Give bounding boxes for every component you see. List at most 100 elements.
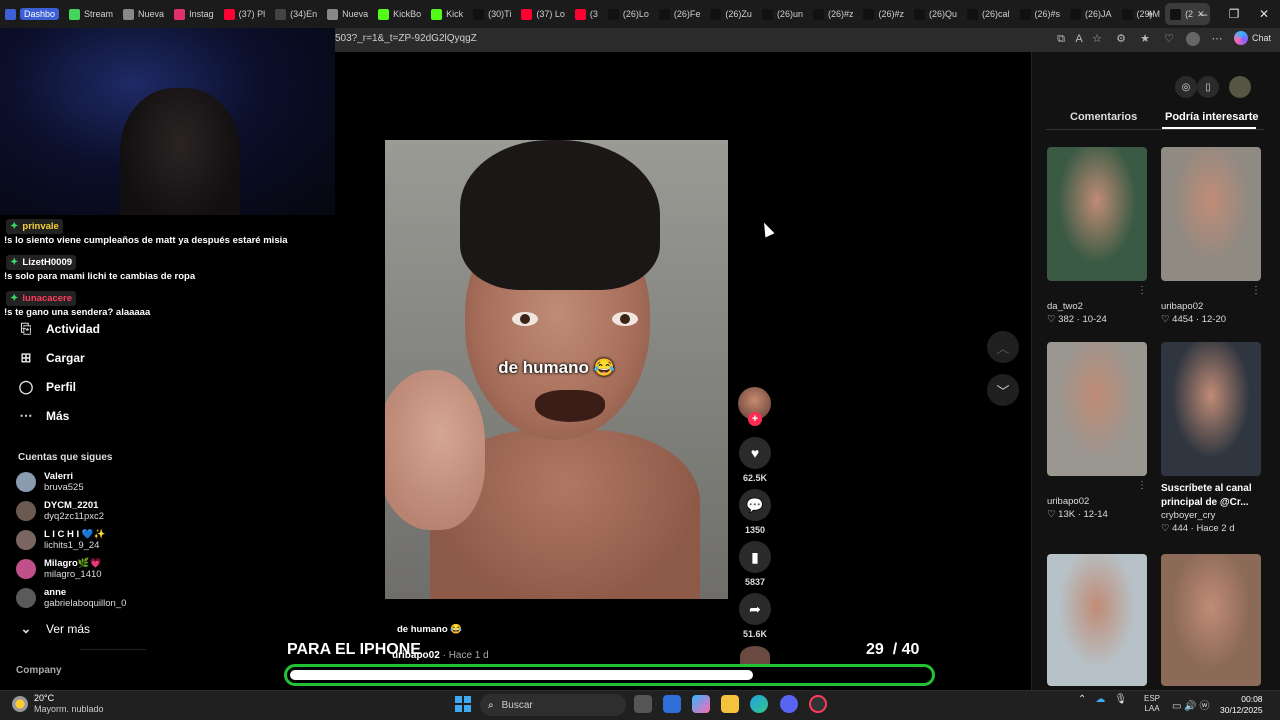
followed-account[interactable]: Milagro🌿💗 milagro_1410 [16,558,102,580]
video-eye-right [612,312,638,326]
new-tab-button[interactable]: + [1130,0,1170,28]
bookmark-icon[interactable]: ▮ [739,541,771,573]
comment-count: 1350 [744,525,766,535]
like-action[interactable]: ♥ 62.5K [739,437,771,483]
obs-icon[interactable] [809,695,827,713]
account-avatar[interactable] [1229,76,1251,98]
browser-tab[interactable]: (26)#s [1015,3,1066,25]
next-video-button[interactable]: ﹀ [987,374,1019,406]
edge-icon[interactable] [750,695,768,713]
tab-comments[interactable]: Comentarios [1070,111,1137,123]
chevron-up-icon[interactable]: ⌃ [1078,694,1086,705]
more-options-icon[interactable]: ⋮ [1137,285,1147,296]
suggested-video-thumbnail[interactable] [1161,342,1261,476]
phone-icon[interactable]: ▯ [1197,76,1219,98]
chat-username[interactable]: ✦ LizetH0009 [6,255,77,270]
follow-plus-icon[interactable]: + [748,412,762,426]
weather-widget[interactable]: 20°C Mayorm. nublado [12,693,104,715]
suggested-video-thumbnail[interactable] [1047,342,1147,476]
comment-icon[interactable]: 💬 [739,489,771,521]
close-icon[interactable]: ✕ [1244,0,1280,28]
browser-tab[interactable]: (26)Lo [603,3,654,25]
browser-tab[interactable]: (34)En [270,3,322,25]
browser-tab[interactable]: (26)JA [1065,3,1117,25]
previous-video-button[interactable]: ︿ [987,331,1019,363]
divider [80,649,146,650]
suggested-video-author[interactable]: uribapo02 [1047,496,1089,507]
browser-tab[interactable]: (26)Fe [654,3,706,25]
clock[interactable]: 00:08 30/12/2025 [1220,694,1263,716]
suggested-video-author[interactable]: cryboyer_cry [1161,510,1215,521]
browser-tab[interactable]: Dashbo [0,3,64,25]
suggested-video-author[interactable]: uribapo02 [1161,301,1203,312]
followed-account[interactable]: L I C H I 💙✨ lichits1_9_24 [16,529,106,551]
chat-username[interactable]: ✦ lunacacere [6,291,77,306]
browser-tab[interactable]: (26)Zu [705,3,757,25]
see-more-button[interactable]: ⌄ Ver más [18,621,90,637]
language-indicator[interactable]: ESP LAA [1144,694,1160,714]
save-action[interactable]: ▮ 5837 [739,541,771,587]
browser-tab[interactable]: Instag [169,3,219,25]
favorite-star-icon[interactable]: ☆ [1090,32,1104,46]
onedrive-icon[interactable]: ☁ [1095,694,1105,705]
translate-icon[interactable]: A [1072,32,1086,46]
browser-tab[interactable]: (37) Lo [516,3,570,25]
task-view-icon[interactable] [634,695,652,713]
browser-tab[interactable]: Kick [426,3,468,25]
browser-tab[interactable]: KickBo [373,3,426,25]
store-icon[interactable] [663,695,681,713]
share-icon[interactable]: ➦ [739,593,771,625]
suggested-video-thumbnail[interactable] [1047,147,1147,281]
suggested-video-title[interactable]: Suscríbete al canal principal de @Cr... [1161,482,1261,510]
heart-icon[interactable]: ♥ [739,437,771,469]
browser-tab[interactable]: (26)#z [858,3,909,25]
music-disc-icon[interactable] [740,646,770,666]
company-link[interactable]: Company [16,665,62,676]
extensions-icon[interactable]: ⚙ [1114,32,1128,46]
windows-start-icon[interactable] [455,696,471,712]
browser-tab[interactable]: Nueva [322,3,373,25]
more-options-icon[interactable]: ⋮ [1251,285,1261,296]
suggested-video-thumbnail[interactable] [1161,554,1261,686]
copilot-app-icon[interactable] [692,695,710,713]
network-volume-icons[interactable]: ▭ 🔊 ⓦ [1172,697,1209,712]
share-action[interactable]: ➦ 51.6K [739,593,771,639]
tab-favicon-icon [863,8,875,20]
browser-tab[interactable]: (26)#z [808,3,859,25]
sidebar-item-actividad[interactable]: ⎘ Actividad [18,321,100,337]
tab-divider [1046,129,1264,130]
sidebar-item-perfil[interactable]: ◯ Perfil [18,379,76,395]
favorites-icon[interactable]: ★ [1138,32,1152,46]
suggested-video-thumbnail[interactable] [1047,554,1147,686]
profile-avatar-icon[interactable] [1186,32,1200,46]
browser-tab[interactable]: (37) Pl [219,3,271,25]
chat-username[interactable]: ✦ prinvale [6,219,63,234]
open-in-app-icon[interactable]: ⧉ [1054,32,1068,46]
settings-more-icon[interactable]: ⋯ [1210,32,1224,46]
browser-tab[interactable]: Nueva [118,3,169,25]
browser-tab[interactable]: (26)un [757,3,808,25]
browser-tab[interactable]: Stream [64,3,118,25]
browser-tab[interactable]: (3 [570,3,603,25]
followed-account[interactable]: anne gabrielaboquillon_0 [16,587,126,609]
file-explorer-icon[interactable] [721,695,739,713]
browser-tab[interactable]: (26)Qu [909,3,962,25]
discord-icon[interactable] [780,695,798,713]
sidebar-item-cargar[interactable]: ⊞ Cargar [18,350,85,366]
comment-action[interactable]: 💬 1350 [739,489,771,535]
browser-essentials-icon[interactable]: ♡ [1162,32,1176,46]
url-text[interactable]: 503?_r=1&_t=ZP-92dG2lQyqgZ [335,33,477,44]
followed-account[interactable]: DYCM_2201 dyq2zc11pxc2 [16,500,104,522]
tab-suggested[interactable]: Podría interesarte [1165,111,1259,123]
suggested-video-thumbnail[interactable] [1161,147,1261,281]
browser-tab[interactable]: (30)Ti [468,3,516,25]
microphone-icon[interactable]: 🎙 [1114,694,1127,705]
suggested-video-author[interactable]: da_two2 [1047,301,1083,312]
more-options-icon[interactable]: ⋮ [1137,480,1147,491]
followed-account[interactable]: Valerri bruva525 [16,471,84,493]
compass-icon[interactable]: ◎ [1175,76,1197,98]
copilot-chat-button[interactable]: Chat [1234,31,1271,45]
browser-tab[interactable]: (26)cal [962,3,1015,25]
taskbar-search[interactable]: ⌕ Buscar [480,694,626,716]
sidebar-item-más[interactable]: ⋯ Más [18,408,70,424]
